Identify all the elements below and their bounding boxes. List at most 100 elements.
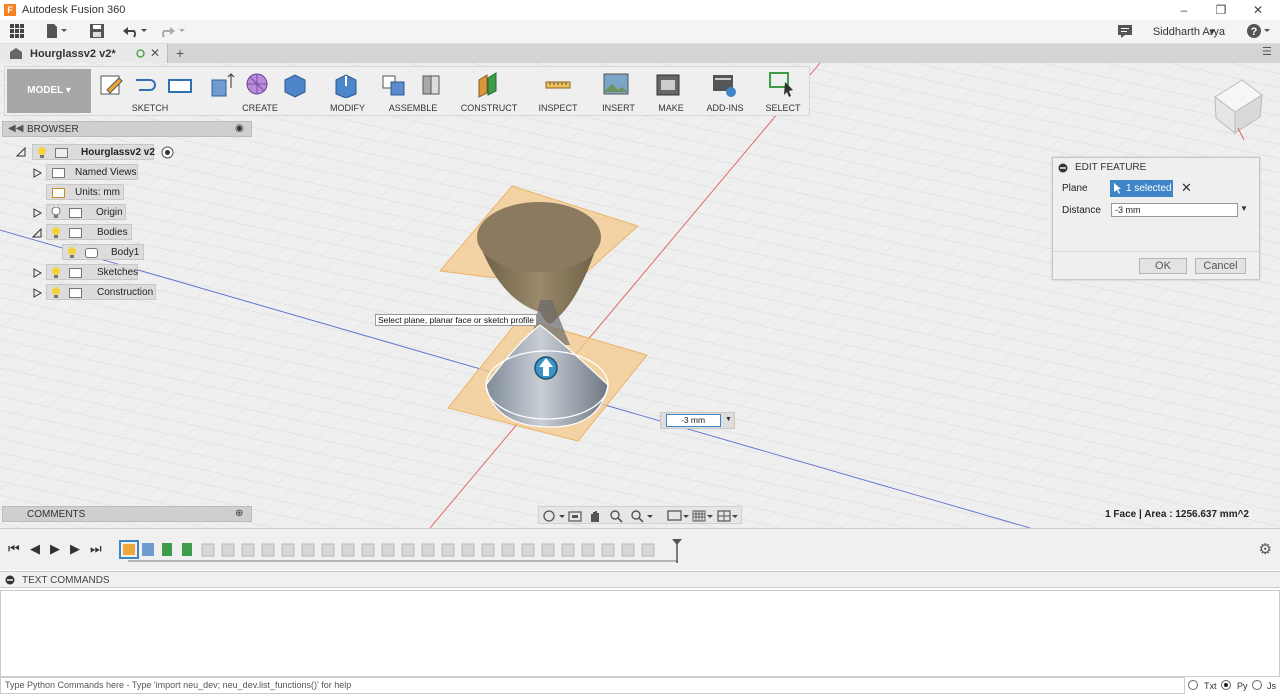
- rectangle-icon[interactable]: [167, 72, 193, 98]
- workspace-switcher[interactable]: MODEL ▾: [7, 69, 91, 113]
- visibility-bulb-icon[interactable]: [51, 207, 61, 218]
- construct-menu[interactable]: CONSTRUCT: [453, 103, 525, 113]
- create-group[interactable]: CREATE: [205, 67, 315, 115]
- play-icon[interactable]: ▶: [50, 541, 60, 557]
- inspect-menu[interactable]: INSPECT: [527, 103, 589, 113]
- distance-dropdown-icon[interactable]: ▼: [1240, 204, 1248, 213]
- construct-group[interactable]: CONSTRUCT: [453, 67, 525, 115]
- collapse-text-commands-icon[interactable]: [5, 575, 15, 585]
- box-icon[interactable]: [281, 72, 307, 98]
- browser-sketches[interactable]: Sketches: [46, 264, 138, 280]
- timeline-features-track[interactable]: [118, 537, 688, 565]
- sketch-menu[interactable]: SKETCH: [95, 103, 205, 113]
- step-back-icon[interactable]: ◀: [30, 541, 40, 557]
- visibility-bulb-icon[interactable]: [67, 247, 77, 258]
- collapsed-triangle-icon[interactable]: [32, 288, 42, 298]
- collapse-dialog-icon[interactable]: [1058, 163, 1068, 173]
- save-icon[interactable]: [88, 23, 106, 41]
- inspect-group[interactable]: INSPECT: [527, 67, 589, 115]
- make-group[interactable]: MAKE: [647, 67, 695, 115]
- scripts-addins-icon[interactable]: [711, 72, 737, 98]
- add-comment-icon[interactable]: ⊕: [235, 508, 243, 519]
- cancel-button[interactable]: Cancel: [1195, 258, 1246, 274]
- canvas-distance-input[interactable]: -3 mm: [666, 414, 721, 427]
- go-to-start-icon[interactable]: ⏮: [8, 541, 20, 557]
- collapse-browser-icon[interactable]: ◀◀: [8, 123, 23, 134]
- apps-grid-icon[interactable]: [8, 23, 26, 41]
- joint-icon[interactable]: [417, 72, 443, 98]
- go-to-end-icon[interactable]: ⏭: [90, 541, 102, 557]
- browser-body1[interactable]: Body1: [62, 244, 144, 260]
- grid-settings-icon[interactable]: [692, 510, 713, 522]
- browser-construction[interactable]: Construction: [46, 284, 156, 300]
- create-sketch-icon[interactable]: [99, 72, 125, 98]
- activate-radio-icon[interactable]: [161, 146, 174, 159]
- extrude-icon[interactable]: [209, 72, 235, 98]
- timeline-settings-gear-icon[interactable]: ⚙: [1259, 540, 1272, 558]
- py-radio[interactable]: [1221, 680, 1231, 690]
- insert-group[interactable]: INSERT: [591, 67, 646, 115]
- zoom-icon[interactable]: [610, 510, 623, 523]
- make-menu[interactable]: MAKE: [647, 103, 695, 113]
- new-component-icon[interactable]: [381, 72, 407, 98]
- comments-panel-header[interactable]: COMMENTS ⊕: [2, 506, 252, 522]
- look-at-icon[interactable]: [568, 511, 582, 522]
- viewports-icon[interactable]: [717, 510, 738, 522]
- addins-group[interactable]: ADD-INS: [697, 67, 753, 115]
- form-icon[interactable]: [245, 72, 271, 98]
- redo-icon[interactable]: [158, 23, 188, 41]
- notifications-icon[interactable]: [1116, 23, 1134, 41]
- text-commands-header[interactable]: TEXT COMMANDS: [0, 571, 1280, 588]
- fit-icon[interactable]: [631, 510, 653, 523]
- canvas-input-dropdown-icon[interactable]: ▼: [725, 416, 732, 423]
- sketch-group[interactable]: SKETCH: [95, 67, 205, 115]
- distance-field[interactable]: -3 mm: [1111, 203, 1238, 217]
- visibility-bulb-icon[interactable]: [51, 287, 61, 298]
- js-radio[interactable]: [1252, 680, 1262, 690]
- select-group[interactable]: SELECT: [757, 67, 809, 115]
- select-arrow-icon[interactable]: [769, 72, 795, 98]
- visibility-bulb-icon[interactable]: [51, 267, 61, 278]
- clear-selection-icon[interactable]: ✕: [1181, 180, 1192, 196]
- insert-image-icon[interactable]: [603, 72, 629, 98]
- tab-menu-icon[interactable]: ☰: [1262, 45, 1272, 58]
- expanded-triangle-icon[interactable]: [32, 228, 42, 238]
- minimize-button[interactable]: –: [1166, 0, 1202, 20]
- collapsed-triangle-icon[interactable]: [32, 208, 42, 218]
- expanded-triangle-icon[interactable]: [16, 147, 26, 157]
- python-command-input[interactable]: Type Python Commands here - Type 'import…: [0, 677, 1185, 694]
- file-menu-icon[interactable]: [44, 23, 70, 41]
- display-settings-icon[interactable]: [667, 510, 689, 521]
- undo-icon[interactable]: [120, 23, 150, 41]
- browser-panel-header[interactable]: ◀◀ BROWSER ◉: [2, 121, 252, 137]
- insert-menu[interactable]: INSERT: [591, 103, 646, 113]
- browser-origin[interactable]: Origin: [46, 204, 126, 220]
- browser-root-node[interactable]: Hourglassv2 v2: [32, 144, 155, 160]
- close-tab-icon[interactable]: ✕: [150, 46, 160, 60]
- txt-radio[interactable]: [1188, 680, 1198, 690]
- visibility-bulb-icon[interactable]: [51, 227, 61, 238]
- browser-bodies[interactable]: Bodies: [46, 224, 132, 240]
- 3d-print-icon[interactable]: [655, 72, 681, 98]
- help-icon[interactable]: ?: [1246, 23, 1272, 41]
- visibility-bulb-icon[interactable]: [37, 147, 47, 158]
- browser-units[interactable]: Units: mm: [46, 184, 124, 200]
- orbit-icon[interactable]: [543, 510, 565, 522]
- sketch-line-icon[interactable]: [133, 72, 159, 98]
- step-forward-icon[interactable]: ▶: [70, 541, 80, 557]
- measure-icon[interactable]: [545, 72, 571, 98]
- assemble-menu[interactable]: ASSEMBLE: [377, 103, 449, 113]
- pan-hand-icon[interactable]: [591, 511, 599, 522]
- plane-selection-button[interactable]: 1 selected: [1110, 180, 1173, 197]
- select-menu[interactable]: SELECT: [757, 103, 809, 113]
- addins-menu[interactable]: ADD-INS: [697, 103, 753, 113]
- ok-button[interactable]: OK: [1139, 258, 1187, 274]
- modify-menu[interactable]: MODIFY: [320, 103, 375, 113]
- assemble-group[interactable]: ASSEMBLE: [377, 67, 449, 115]
- offset-plane-icon[interactable]: [475, 72, 501, 98]
- collapsed-triangle-icon[interactable]: [32, 268, 42, 278]
- restore-button[interactable]: ❐: [1203, 0, 1239, 20]
- tab-hourglassv2[interactable]: Hourglassv2 v2* ✕: [0, 44, 168, 63]
- close-window-button[interactable]: ✕: [1240, 0, 1276, 20]
- browser-named-views[interactable]: Named Views: [46, 164, 138, 180]
